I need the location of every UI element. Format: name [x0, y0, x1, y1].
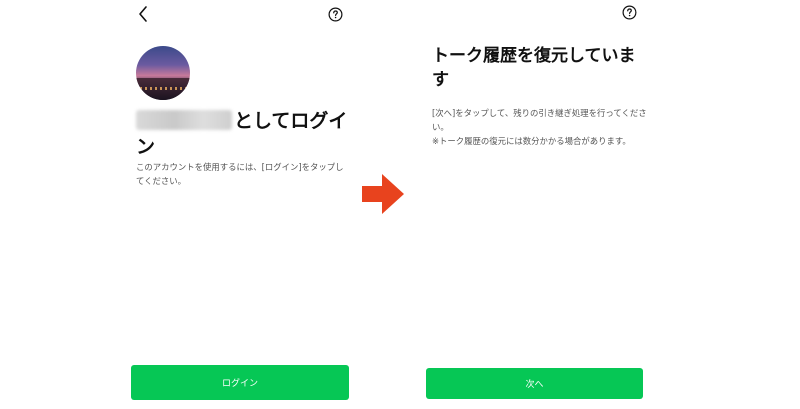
next-button[interactable]: 次へ: [426, 368, 643, 399]
restore-description-line2: ※トーク履歴の復元には数分かかる場合があります。: [432, 136, 631, 146]
back-icon[interactable]: [134, 4, 154, 24]
arrow-right-icon: [362, 174, 404, 214]
login-screen: としてログイン このアカウントを使用するには、[ログイン]をタップしてください。…: [118, 0, 364, 409]
login-description: このアカウントを使用するには、[ログイン]をタップしてください。: [136, 162, 344, 186]
login-button[interactable]: ログイン: [131, 365, 349, 400]
restore-description-line1: [次へ]をタップして、残りの引き継ぎ処理を行ってください。: [432, 108, 647, 132]
help-icon[interactable]: [622, 5, 637, 20]
help-icon[interactable]: [328, 7, 343, 22]
restore-description: [次へ]をタップして、残りの引き継ぎ処理を行ってください。 ※トーク履歴の復元に…: [432, 106, 652, 148]
avatar: [136, 46, 190, 100]
restore-screen: トーク履歴を復元しています [次へ]をタップして、残りの引き継ぎ処理を行ってくだ…: [412, 0, 656, 409]
restore-title: トーク履歴を復元しています: [432, 46, 636, 90]
login-title: としてログイン: [136, 108, 356, 160]
blurred-account-name: [136, 110, 232, 130]
